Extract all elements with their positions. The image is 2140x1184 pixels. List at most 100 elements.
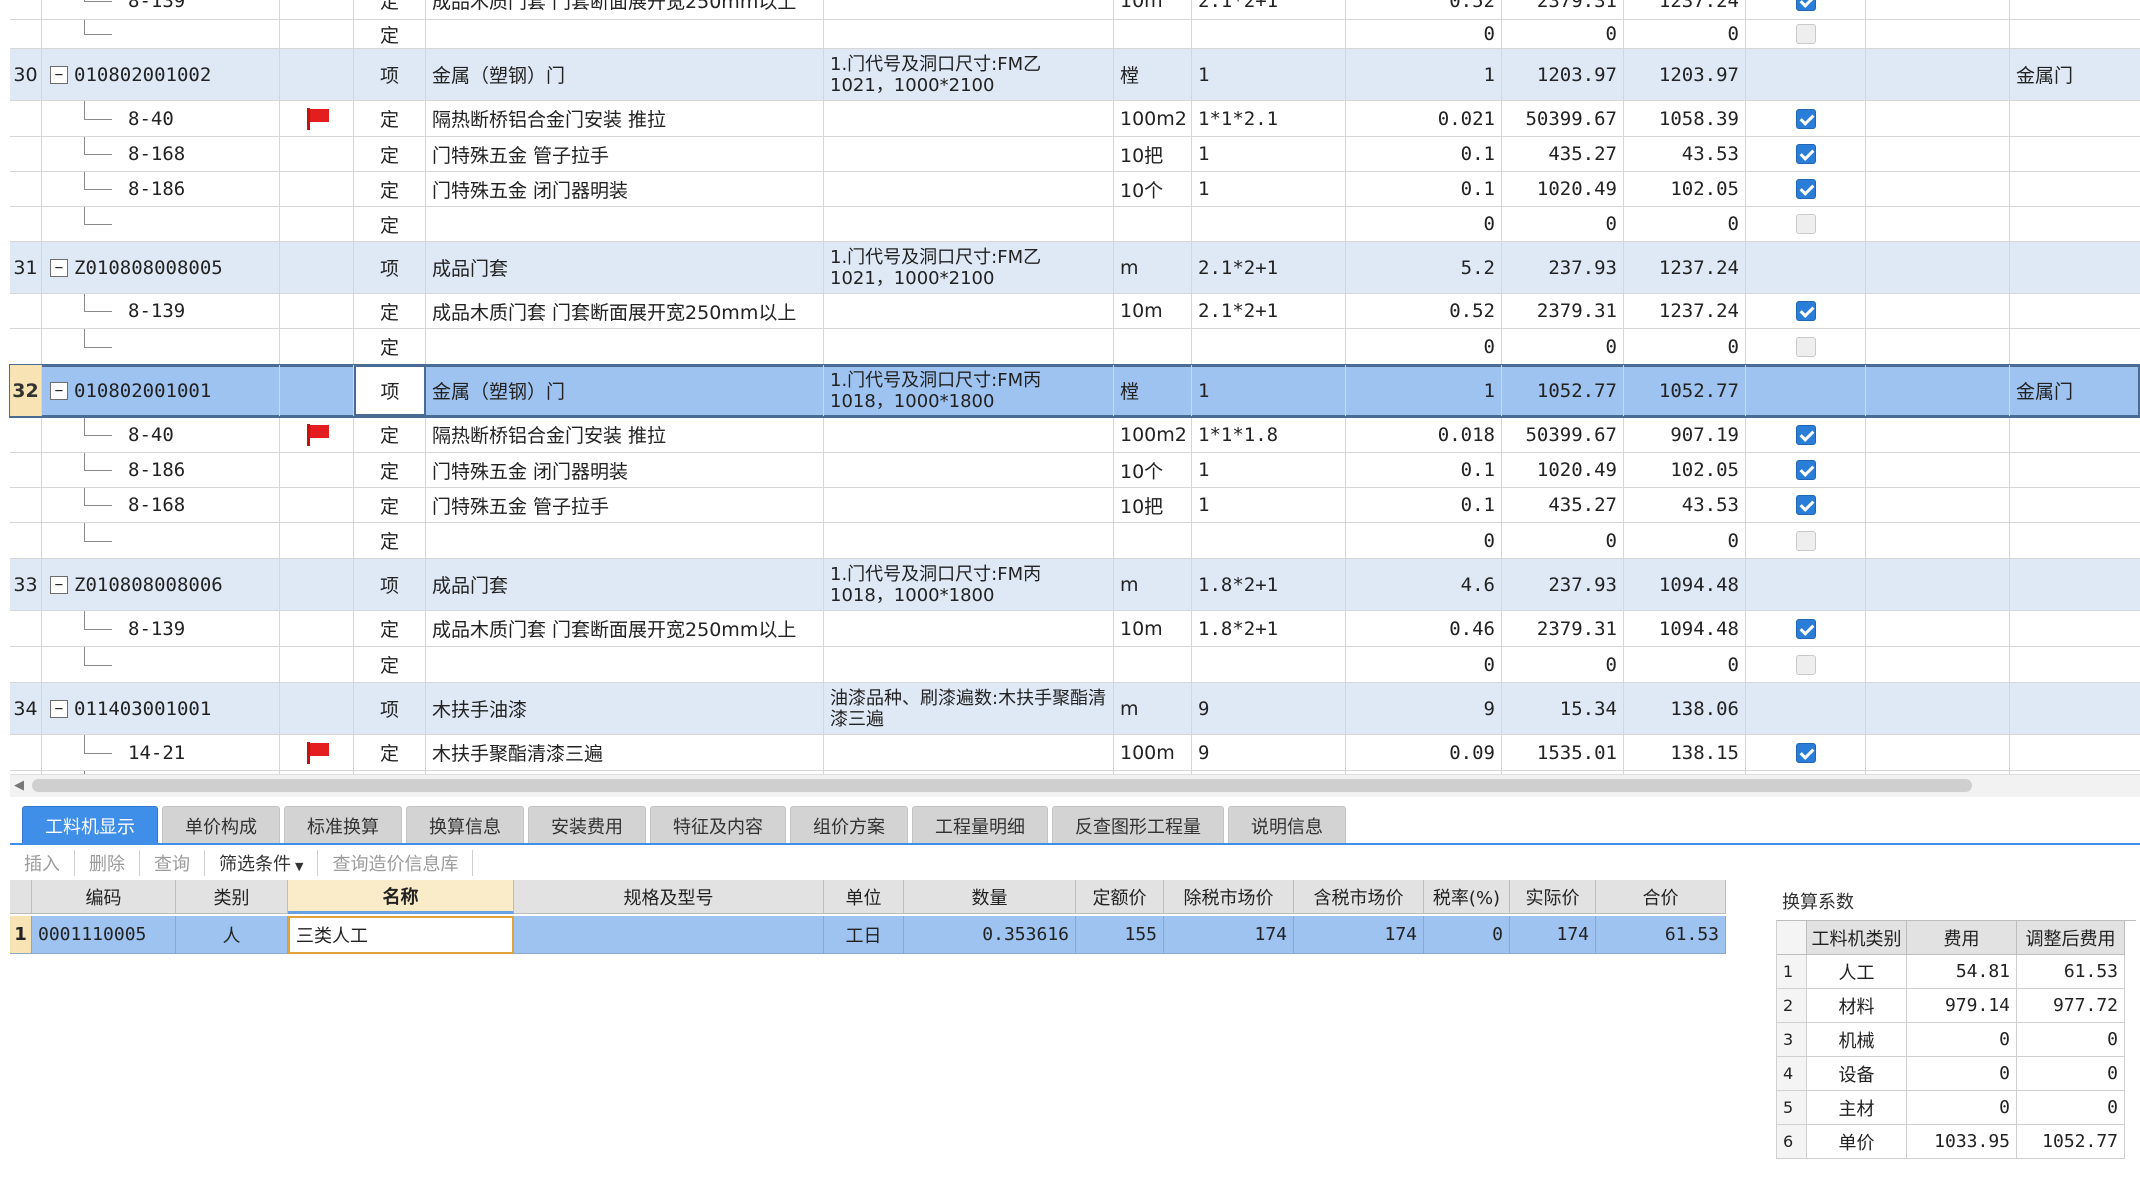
cell-quantity-expression[interactable]: 1	[1192, 137, 1346, 171]
cell-type[interactable]: 定	[354, 172, 426, 206]
cell-quantity-expression[interactable]: 2.1*2+1	[1192, 0, 1346, 19]
cell-blank[interactable]	[1866, 611, 2010, 646]
cell-type[interactable]: 定	[354, 0, 426, 19]
flag-cell[interactable]	[280, 207, 354, 241]
cell-blank[interactable]	[1866, 294, 2010, 328]
cell-quantity[interactable]: 0	[1346, 20, 1502, 48]
cell-feature[interactable]: 1.门代号及洞口尺寸:FM乙 1021，1000*2100	[824, 49, 1114, 100]
cell-feature[interactable]	[824, 137, 1114, 171]
flag-cell[interactable]	[280, 647, 354, 682]
checkbox-checked[interactable]	[1795, 460, 1816, 480]
checkbox-cell[interactable]	[1746, 329, 1866, 364]
cell-blank[interactable]	[1866, 329, 2010, 364]
cell-remark[interactable]	[2010, 20, 2140, 48]
flag-cell[interactable]	[280, 172, 354, 206]
quota-row[interactable]: 8-168 定门特殊五金 管子拉手 10把 1 0.1 435.27 43.53	[10, 488, 2140, 523]
cell-name[interactable]: 成品门套	[426, 559, 824, 610]
coef-adjusted-fee[interactable]: 0	[2017, 1057, 2125, 1091]
cell-unit[interactable]	[1114, 523, 1192, 558]
cell-unit[interactable]: 100m2	[1114, 101, 1192, 136]
flag-cell[interactable]	[280, 242, 354, 293]
cell-type[interactable]: 项	[354, 242, 426, 293]
cell-type[interactable]: 定	[354, 137, 426, 171]
cell-remark[interactable]	[2010, 101, 2140, 136]
cell-name[interactable]	[426, 207, 824, 241]
cell-quantity[interactable]: 0.1	[1346, 172, 1502, 206]
cell-type[interactable]: 定	[354, 611, 426, 646]
coef-fee[interactable]: 54.81	[1907, 955, 2017, 989]
cell-remark[interactable]	[2010, 647, 2140, 682]
cell-quantity[interactable]: 4.6	[1346, 559, 1502, 610]
delete-button[interactable]: 删除	[75, 850, 140, 876]
checkbox-cell[interactable]	[1746, 488, 1866, 522]
cell-name[interactable]: 门特殊五金 管子拉手	[426, 137, 824, 171]
cell-type[interactable]: 定	[354, 488, 426, 522]
cell-tax-rate[interactable]: 0	[1424, 916, 1510, 954]
flag-cell[interactable]	[280, 294, 354, 328]
cell-code[interactable]	[42, 647, 280, 682]
cell-quantity-expression[interactable]	[1192, 647, 1346, 682]
cell-name[interactable]: 金属（塑钢）门	[426, 365, 824, 416]
coef-row[interactable]: 4 设备 0 0	[1777, 1057, 2136, 1091]
checkbox-cell[interactable]	[1746, 453, 1866, 487]
coef-fee[interactable]: 0	[1907, 1091, 2017, 1125]
cell-code[interactable]	[42, 20, 280, 48]
checkbox-cell[interactable]	[1746, 559, 1866, 610]
cell-quota-price[interactable]: 155	[1076, 916, 1164, 954]
tab-8[interactable]: 工程量明细	[912, 806, 1048, 845]
flag-cell[interactable]	[280, 735, 354, 770]
flag-cell[interactable]	[280, 488, 354, 522]
cell-unit-price[interactable]: 50399.67	[1502, 417, 1624, 452]
cell-type[interactable]: 定	[354, 207, 426, 241]
cell-feature[interactable]	[824, 172, 1114, 206]
cell-name[interactable]: 门特殊五金 闭门器明装	[426, 453, 824, 487]
cell-total-price[interactable]: 102.05	[1624, 172, 1746, 206]
filter-dropdown[interactable]: 筛选条件 ▼	[205, 850, 319, 876]
header-tax-rate[interactable]: 税率(%)	[1424, 880, 1510, 914]
cell-remark[interactable]	[2010, 683, 2140, 734]
cell-code[interactable]: 8-139	[42, 0, 280, 19]
checkbox-cell[interactable]	[1746, 417, 1866, 452]
cell-blank[interactable]	[1866, 20, 2010, 48]
cell-unit[interactable]: 樘	[1114, 365, 1192, 416]
cell-feature[interactable]	[824, 101, 1114, 136]
cell-name[interactable]	[426, 329, 824, 364]
cell-blank[interactable]	[1866, 101, 2010, 136]
cell-total-price[interactable]: 138.06	[1624, 683, 1746, 734]
cell-quantity[interactable]: 1	[1346, 365, 1502, 416]
cell-quantity[interactable]: 0.09	[1346, 735, 1502, 770]
cell-quantity-expression[interactable]	[1192, 207, 1346, 241]
flag-cell[interactable]	[280, 523, 354, 558]
cell-type[interactable]: 定	[354, 294, 426, 328]
cell-unit[interactable]: 10把	[1114, 137, 1192, 171]
cell-total-price[interactable]: 907.19	[1624, 417, 1746, 452]
cell-unit[interactable]: 樘	[1114, 49, 1192, 100]
cell-code[interactable]	[42, 207, 280, 241]
query-button[interactable]: 查询	[140, 850, 205, 876]
header-market-ex-tax[interactable]: 除税市场价	[1164, 880, 1294, 914]
tab-9[interactable]: 反查图形工程量	[1052, 806, 1224, 845]
quota-row[interactable]: 定000	[10, 523, 2140, 559]
flag-cell[interactable]	[280, 453, 354, 487]
cell-feature[interactable]: 1.门代号及洞口尺寸:FM丙 1018，1000*1800	[824, 559, 1114, 610]
cell-total-price[interactable]: 138.15	[1624, 735, 1746, 770]
header-spec[interactable]: 规格及型号	[514, 880, 824, 914]
checkbox-checked[interactable]	[1795, 424, 1816, 445]
cell-quantity-expression[interactable]: 9	[1192, 683, 1346, 734]
cell-remark[interactable]	[2010, 294, 2140, 328]
checkbox-cell[interactable]	[1746, 683, 1866, 734]
quota-row[interactable]: 8-139 定成品木质门套 门套断面展开宽250mm以上 10m 2.1*2+1 0.5…	[10, 294, 2140, 329]
cell-unit[interactable]: 10把	[1114, 488, 1192, 522]
cell-code[interactable]: −010802001002	[42, 49, 280, 100]
cell-remark[interactable]	[2010, 559, 2140, 610]
bill-item-row[interactable]: 34−011403001001 项木扶手油漆 油漆品种、刷漆遍数:木扶手聚酯清漆三遍…	[10, 683, 2140, 735]
cell-unit-price[interactable]: 2379.31	[1502, 0, 1624, 19]
cell-unit[interactable]: m	[1114, 683, 1192, 734]
cell-total-price[interactable]: 1203.97	[1624, 49, 1746, 100]
cell-type[interactable]: 项	[354, 49, 426, 100]
cell-total-price[interactable]: 1094.48	[1624, 559, 1746, 610]
tab-10[interactable]: 说明信息	[1228, 806, 1346, 845]
cell-code[interactable]: 8-139	[42, 294, 280, 328]
cell-remark[interactable]	[2010, 453, 2140, 487]
coef-fee[interactable]: 979.14	[1907, 989, 2017, 1023]
